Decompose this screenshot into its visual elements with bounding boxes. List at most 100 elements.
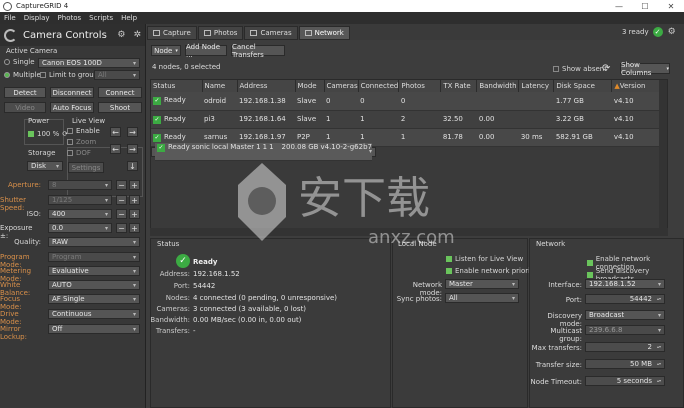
arrow-left-2-button[interactable]: ← <box>110 144 121 154</box>
shutter-select[interactable]: 1/125 <box>48 195 112 205</box>
max-transfers-stepper[interactable]: 2 <box>585 342 665 352</box>
zoom-checkbox[interactable]: Zoom <box>67 138 96 146</box>
shutter-minus-button[interactable]: − <box>116 195 127 205</box>
table-horizontal-scrollbar[interactable] <box>150 228 668 236</box>
table-cell-mode: Master <box>228 142 255 161</box>
disconnect-button[interactable]: Disconnect <box>50 87 94 98</box>
focus-mode-select[interactable]: AF Single <box>48 294 140 304</box>
table-row[interactable]: ✓ Ready pi3 192.168.1.64 Slave 1 1 2 32.50 0.00 3.… <box>151 110 666 129</box>
arrow-right-2-button[interactable]: → <box>127 144 138 154</box>
network-priority-checkbox[interactable]: Enable network priority <box>446 267 537 275</box>
program-mode-select[interactable]: Program <box>48 252 140 262</box>
menu-photos[interactable]: Photos <box>54 14 86 22</box>
multicast-input[interactable]: 239.6.6.8 <box>585 325 665 335</box>
network-mode-select[interactable]: Master <box>445 279 519 289</box>
aperture-plus-button[interactable]: + <box>129 180 140 190</box>
sync-photos-select[interactable]: All <box>445 293 519 303</box>
column-address[interactable]: Address <box>237 80 296 92</box>
close-button[interactable]: ✕ <box>658 2 684 11</box>
auto-focus-button[interactable]: Auto Focus <box>50 102 94 113</box>
column-version[interactable]: ▲Version <box>611 80 666 92</box>
menu-help[interactable]: Help <box>117 14 141 22</box>
table-cell-disk-space: 3.22 GB <box>553 110 612 129</box>
column-latency[interactable]: Latency <box>518 80 555 92</box>
interface-select[interactable]: 192.168.1.52 <box>585 279 665 289</box>
options-gear-icon[interactable]: ✲ <box>133 30 141 40</box>
tab-network[interactable]: Network <box>298 26 350 40</box>
column-tx-rate[interactable]: TX Rate <box>440 80 478 92</box>
iso-select[interactable]: 400 <box>48 209 112 219</box>
column-connected[interactable]: Connected <box>358 80 400 92</box>
ready-indicator: 3 ready ✓ ⚙ <box>622 27 676 37</box>
mirror-lockup-select[interactable]: Off <box>48 324 140 334</box>
menu-scripts[interactable]: Scripts <box>85 14 117 22</box>
column-mode[interactable]: Mode <box>295 80 325 92</box>
white-balance-select[interactable]: AUTO <box>48 280 140 290</box>
exposure-minus-button[interactable]: − <box>116 223 127 233</box>
show-columns-button[interactable]: Show Columns ▾ <box>620 61 670 77</box>
show-absent-checkbox[interactable]: Show absent <box>553 65 607 73</box>
arrow-right-button[interactable]: → <box>127 127 138 137</box>
tab-photos[interactable]: Photos <box>197 26 244 40</box>
node-timeout-stepper[interactable]: 5 seconds <box>585 376 665 386</box>
column-photos[interactable]: Photos <box>398 80 442 92</box>
liveview-settings-button[interactable]: Settings <box>68 162 104 173</box>
refresh-icon[interactable]: ⟳ <box>602 63 610 74</box>
video-button[interactable]: Video <box>4 102 46 113</box>
tab-cameras[interactable]: Cameras <box>244 26 298 40</box>
iso-minus-button[interactable]: − <box>116 209 127 219</box>
menu-file[interactable]: File <box>0 14 20 22</box>
nodes-table: Status Name Address Mode Cameras Connect… <box>150 79 668 229</box>
table-cell-photos: 0 <box>398 92 441 111</box>
single-camera-select[interactable]: Canon EOS 100D <box>38 58 140 68</box>
discovery-mode-select[interactable]: Broadcast <box>585 310 665 320</box>
table-vertical-scrollbar[interactable] <box>659 80 667 228</box>
cancel-transfers-button[interactable]: Cancel Transfers <box>231 43 285 59</box>
menu-display[interactable]: Display <box>20 14 54 22</box>
zoom-label: Zoom <box>76 138 97 146</box>
status-address-row: Address: 192.168.1.52 <box>150 270 240 278</box>
quality-select[interactable]: RAW <box>48 237 140 247</box>
column-name[interactable]: Name <box>202 80 238 92</box>
limit-group-checkbox[interactable]: Limit to group: <box>40 71 101 79</box>
column-cameras[interactable]: Cameras <box>324 80 359 92</box>
column-bandwidth[interactable]: Bandwidth <box>476 80 520 92</box>
table-row[interactable]: ✓ Ready sonic local Master 1 1 1 200.08 GB v4.10-… <box>151 142 376 161</box>
shutter-plus-button[interactable]: + <box>129 195 140 205</box>
group-select[interactable]: All <box>94 70 140 80</box>
detect-button[interactable]: Detect <box>4 87 46 98</box>
column-disk-space[interactable]: Disk Space <box>553 80 613 92</box>
node-timeout-label: Node Timeout: <box>530 378 582 386</box>
table-row[interactable]: ✓ Ready odroid 192.168.1.38 Slave 0 0 0 1.77 GB v… <box>151 92 666 111</box>
column-status[interactable]: Status <box>151 80 203 92</box>
storage-select[interactable]: Disk <box>27 161 63 171</box>
arrow-down-button[interactable]: ↓ <box>127 161 138 171</box>
exposure-select[interactable]: 0.0 <box>48 223 112 233</box>
aperture-select[interactable]: 8 <box>48 180 112 190</box>
listen-liveview-checkbox[interactable]: Listen for Live View <box>446 255 523 263</box>
arrow-left-button[interactable]: ← <box>110 127 121 137</box>
add-node-button[interactable]: Add Node ... <box>185 43 227 59</box>
aperture-minus-button[interactable]: − <box>116 180 127 190</box>
multiple-radio[interactable]: Multiple <box>4 71 41 79</box>
connect-button[interactable]: Connect <box>98 87 142 98</box>
mirror-lockup-label: Mirror Lockup: <box>0 325 27 341</box>
minimize-button[interactable]: — <box>606 2 632 11</box>
iso-plus-button[interactable]: + <box>129 209 140 219</box>
dof-checkbox[interactable]: DOF <box>67 149 91 157</box>
cell-text: Ready <box>164 96 186 105</box>
liveview-enable-checkbox[interactable]: Enable <box>67 127 100 135</box>
radio-icon <box>4 59 10 65</box>
tab-capture[interactable]: Capture <box>147 26 197 40</box>
port-stepper[interactable]: 54442 <box>585 294 665 304</box>
shoot-button[interactable]: Shoot <box>98 102 142 113</box>
node-menu-button[interactable]: Node ▾ <box>151 45 181 56</box>
settings-gear-icon[interactable]: ⚙ <box>117 30 125 40</box>
exposure-plus-button[interactable]: + <box>129 223 140 233</box>
drive-mode-select[interactable]: Continuous <box>48 309 140 319</box>
single-radio[interactable]: Single <box>4 58 35 66</box>
transfer-size-stepper[interactable]: 50 MB <box>585 359 665 369</box>
metering-mode-select[interactable]: Evaluative <box>48 266 140 276</box>
maximize-button[interactable]: ☐ <box>632 2 658 11</box>
settings-icon[interactable]: ⚙ <box>668 27 676 37</box>
